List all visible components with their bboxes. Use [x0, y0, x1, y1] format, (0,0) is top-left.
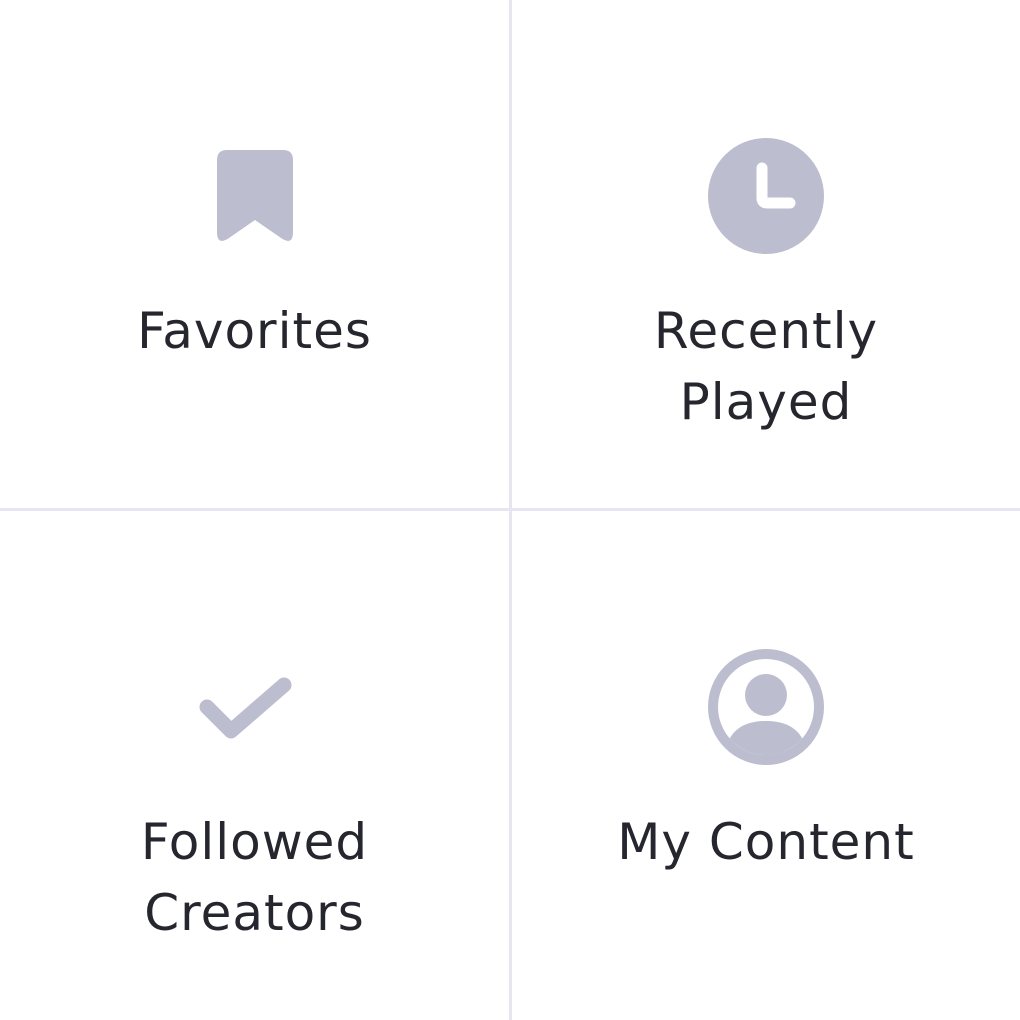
my-content-label: My Content [617, 813, 915, 871]
recently-played-tile[interactable]: Recently Played [512, 0, 1020, 508]
favorites-tile[interactable]: Favorites [0, 0, 509, 508]
followed-creators-tile[interactable]: Followed Creators [0, 511, 509, 1020]
my-content-tile[interactable]: My Content [512, 511, 1020, 1020]
clock-icon [706, 136, 826, 256]
favorites-label: Favorites [137, 302, 372, 360]
followed-creators-label: Followed Creators [140, 813, 369, 942]
checkmark-icon [195, 647, 315, 767]
recently-played-label: Recently Played [653, 302, 879, 431]
user-circle-icon [706, 647, 826, 767]
horizontal-divider [0, 508, 1020, 511]
library-grid: Favorites Recently Played Followed Creat… [0, 0, 1020, 1020]
bookmark-icon [195, 136, 315, 256]
